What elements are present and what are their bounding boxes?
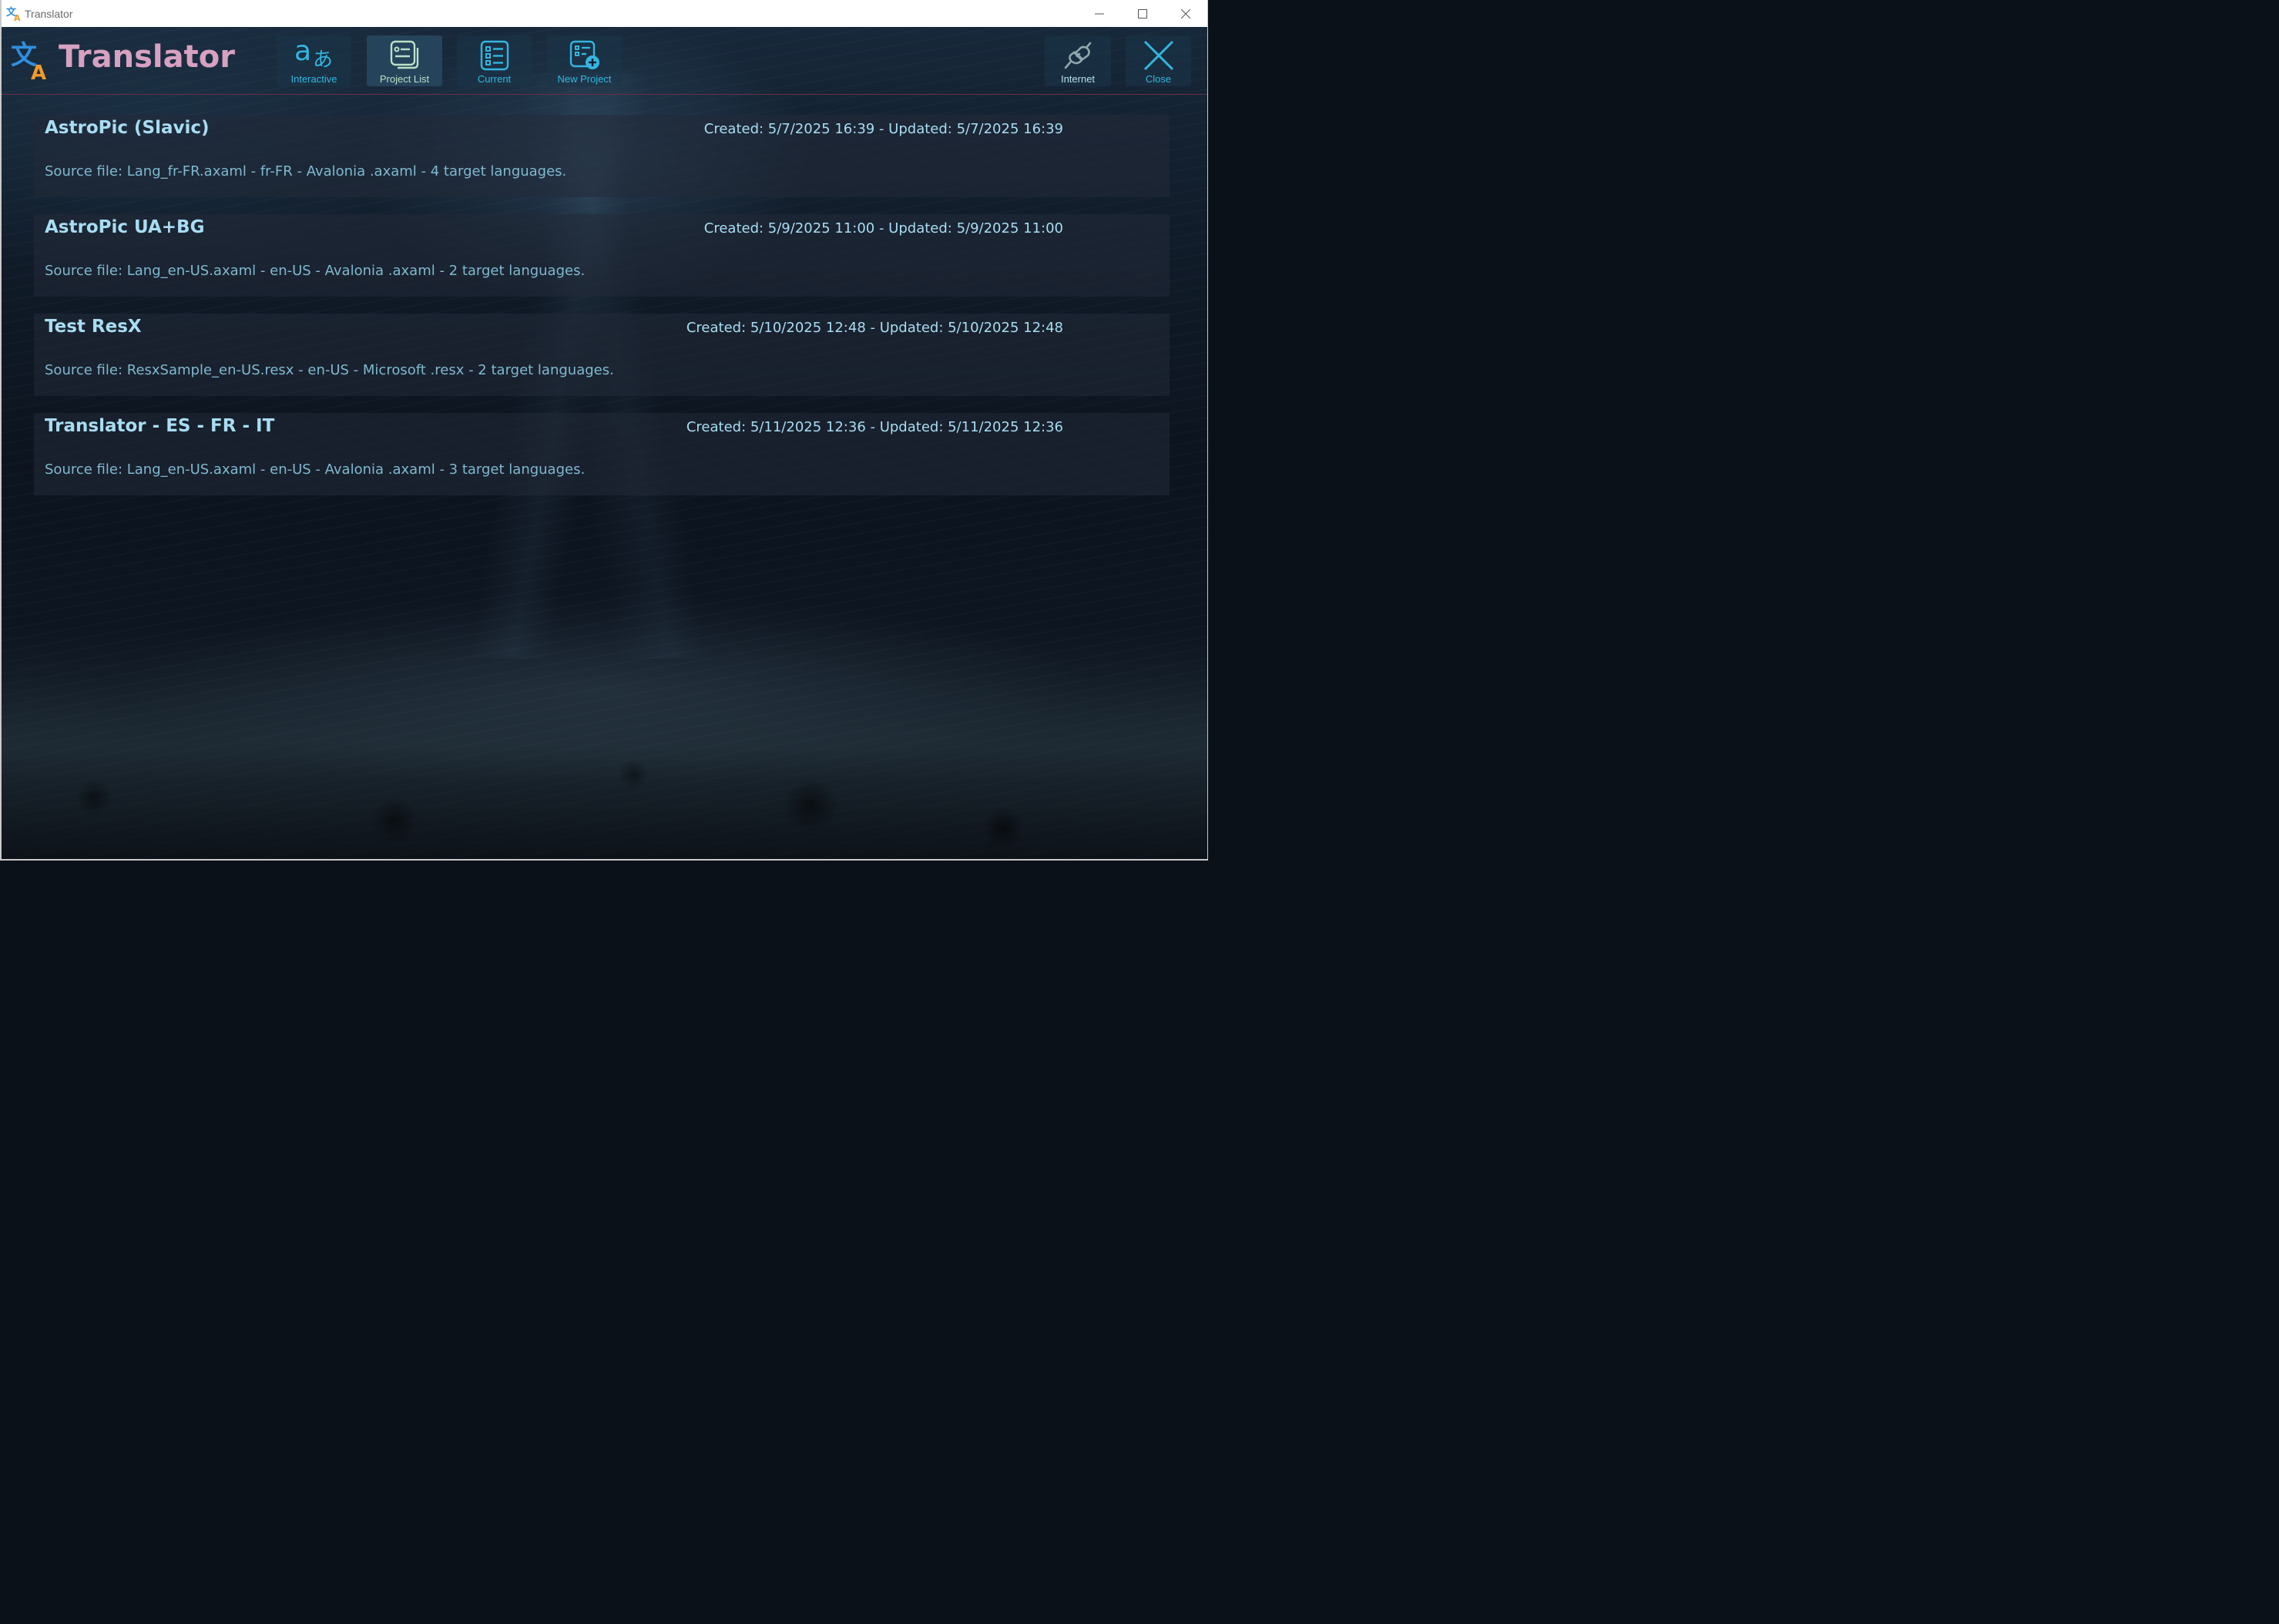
os-title-bar[interactable]: 文 A Translator	[2, 0, 1207, 28]
project-item[interactable]: Test ResX Created: 5/10/2025 12:48 - Upd…	[34, 314, 1170, 396]
project-source-info: Source file: Lang_en-US.axaml - en-US - …	[45, 263, 586, 279]
project-list-label: Project List	[379, 73, 430, 85]
brand-translate-icon: 文 A	[11, 41, 46, 81]
close-icon	[1143, 40, 1173, 71]
window-close-icon	[1181, 8, 1190, 18]
window-title: Translator	[25, 8, 73, 20]
project-dates: Created: 5/10/2025 12:48 - Updated: 5/10…	[686, 320, 1063, 336]
internet-label: Internet	[1060, 73, 1096, 85]
project-dates: Created: 5/11/2025 12:36 - Updated: 5/11…	[686, 419, 1063, 435]
app-content: 文 A Translator a あ Interactive Project L…	[2, 27, 1207, 859]
close-app-button[interactable]: Close	[1126, 35, 1191, 86]
internet-button[interactable]: Internet	[1045, 35, 1111, 86]
translate-icon: a あ	[294, 39, 333, 72]
new-project-icon	[569, 40, 599, 69]
interactive-button[interactable]: a あ Interactive	[277, 35, 351, 86]
project-name: AstroPic (Slavic)	[45, 118, 210, 138]
minimize-button[interactable]	[1078, 0, 1121, 27]
project-list-button[interactable]: Project List	[367, 35, 442, 86]
new-project-button[interactable]: New Project	[547, 35, 622, 86]
project-name: AstroPic UA+BG	[45, 217, 205, 237]
project-name: Test ResX	[45, 317, 142, 337]
close-label: Close	[1145, 73, 1172, 85]
project-source-info: Source file: ResxSample_en-US.resx - en-…	[45, 362, 614, 378]
plug-icon	[1064, 42, 1092, 69]
project-dates: Created: 5/7/2025 16:39 - Updated: 5/7/2…	[703, 121, 1063, 137]
current-project-icon	[480, 40, 508, 71]
project-item[interactable]: AstroPic UA+BG Created: 5/9/2025 11:00 -…	[34, 214, 1170, 297]
svg-text:A: A	[31, 62, 46, 81]
background-sea-floor	[2, 674, 1207, 859]
maximize-button[interactable]	[1121, 0, 1164, 27]
project-item[interactable]: Translator - ES - FR - IT Created: 5/11/…	[34, 413, 1170, 495]
project-source-info: Source file: Lang_en-US.axaml - en-US - …	[45, 461, 586, 478]
current-label: Current	[477, 73, 512, 85]
project-list-icon	[390, 40, 419, 69]
minimize-icon	[1095, 13, 1104, 14]
project-dates: Created: 5/9/2025 11:00 - Updated: 5/9/2…	[703, 220, 1063, 237]
app-translate-icon: 文 A	[6, 6, 21, 22]
new-project-label: New Project	[557, 73, 612, 85]
svg-text:a: a	[294, 39, 311, 67]
window-close-button[interactable]	[1164, 0, 1207, 27]
project-name: Translator - ES - FR - IT	[45, 416, 275, 436]
svg-text:A: A	[14, 13, 21, 22]
current-button[interactable]: Current	[457, 35, 532, 86]
app-brand-title: Translator	[59, 39, 235, 75]
maximize-icon	[1138, 8, 1147, 18]
interactive-label: Interactive	[290, 73, 337, 85]
translator-window: 文 A Translator 文 A Translator a あ Intera…	[0, 0, 1208, 861]
app-header: 文 A Translator a あ Interactive Project L…	[2, 27, 1207, 95]
project-source-info: Source file: Lang_fr-FR.axaml - fr-FR - …	[45, 163, 567, 180]
project-item[interactable]: AstroPic (Slavic) Created: 5/7/2025 16:3…	[34, 115, 1170, 197]
svg-text:あ: あ	[313, 49, 333, 72]
